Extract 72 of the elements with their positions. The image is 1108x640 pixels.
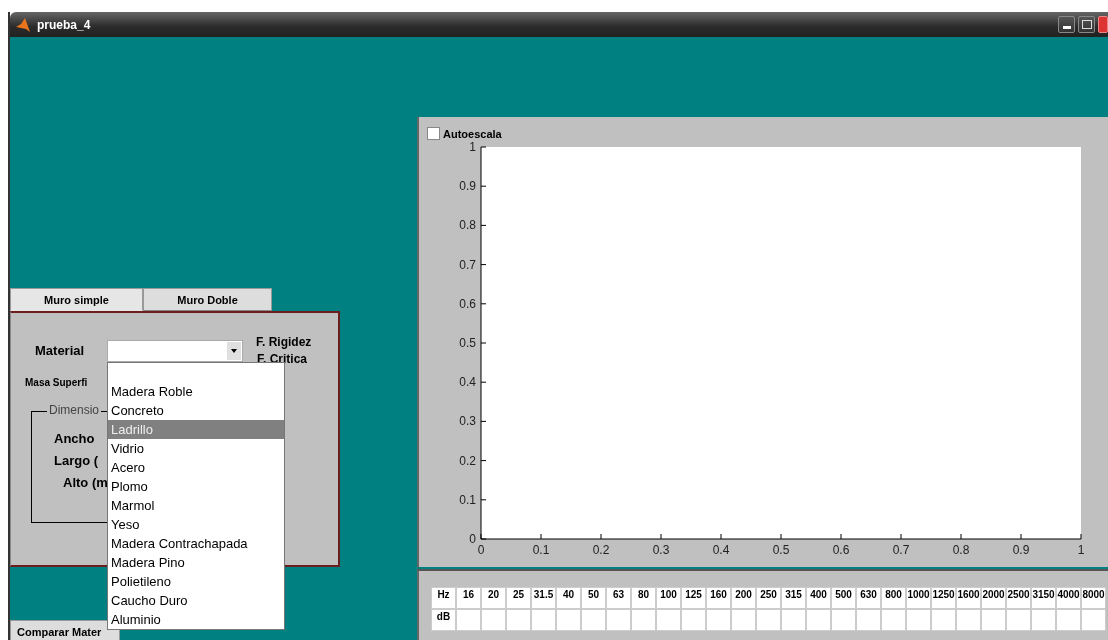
table-cell: 315 <box>781 587 806 609</box>
list-item[interactable]: Plomo <box>108 477 284 496</box>
dimension-label: Alto (m <box>63 475 108 490</box>
dimension-label: Largo ( <box>54 453 99 468</box>
x-tick-label: 0.4 <box>712 543 730 557</box>
table-cell: 500 <box>831 587 856 609</box>
y-tick-label: 1 <box>469 140 476 154</box>
table-cell: 1000 <box>906 587 931 609</box>
table-cell: dB <box>431 609 456 631</box>
table-cell: 63 <box>606 587 631 609</box>
table-cell: Hz <box>431 587 456 609</box>
y-tick-label: 0.9 <box>459 179 476 194</box>
table-cell: 250 <box>756 587 781 609</box>
x-tick-label: 0 <box>477 543 485 557</box>
table-cell: 125 <box>681 587 706 609</box>
table-cell: 1600 <box>956 587 981 609</box>
list-item[interactable]: Acero <box>108 458 284 477</box>
table-cell: 100 <box>656 587 681 609</box>
list-item[interactable]: Madera Contrachapada <box>108 534 284 553</box>
x-tick-label: 1 <box>1077 543 1085 557</box>
list-item[interactable]: Madera Roble <box>108 382 284 401</box>
table-cell: 16 <box>456 587 481 609</box>
table-cell: 25 <box>506 587 531 609</box>
y-tick-label: 0.4 <box>459 375 476 390</box>
table-cell: 800 <box>881 587 906 609</box>
window-title: prueba_4 <box>37 17 91 32</box>
y-tick-label: 0.6 <box>459 296 476 311</box>
table-cell: 8000 <box>1081 587 1106 609</box>
x-tick-label: 0.1 <box>532 543 550 557</box>
table-cell: 630 <box>856 587 881 609</box>
list-item[interactable]: Caucho Duro <box>108 591 284 610</box>
y-tick-label: 0.8 <box>459 218 476 233</box>
table-cell: 50 <box>581 587 606 609</box>
group-title: Dimensio <box>47 403 101 417</box>
checkbox-label: Autoescala <box>443 127 502 140</box>
x-tick-label: 0.2 <box>592 543 610 557</box>
x-tick-label: 0.8 <box>952 543 970 557</box>
y-tick-label: 0 <box>469 532 476 546</box>
table-cell: 20 <box>481 587 506 609</box>
y-tick-label: 0.3 <box>459 414 476 429</box>
list-item[interactable]: Marmol <box>108 496 284 515</box>
table-cell: 4000 <box>1056 587 1081 609</box>
table-cell: 1250 <box>931 587 956 609</box>
y-tick-label: 0.7 <box>459 257 476 272</box>
table-cell: 80 <box>631 587 656 609</box>
table-cell: 2000 <box>981 587 1006 609</box>
rigidez-label: F. Rigidez <box>256 335 312 349</box>
material-label: Material <box>35 343 85 358</box>
y-tick-label: 0.5 <box>459 336 476 350</box>
table-cell: 40 <box>556 587 581 609</box>
tab[interactable]: Muro Doble <box>143 288 272 311</box>
table-cell: 3150 <box>1031 587 1056 609</box>
masa-label: Masa Superfi <box>25 377 88 388</box>
list-item[interactable]: Madera Pino <box>108 553 284 572</box>
table-cell: 200 <box>731 587 756 609</box>
x-tick-label: 0.3 <box>652 543 670 557</box>
x-tick-label: 0.7 <box>892 543 910 557</box>
list-item[interactable]: Yeso <box>108 515 284 534</box>
dimension-label: Ancho <box>54 431 95 446</box>
x-tick-label: 0.5 <box>772 543 790 557</box>
x-tick-label: 0.6 <box>832 543 850 557</box>
tab[interactable]: Muro simple <box>10 288 143 311</box>
table-cell: 31.5 <box>531 587 556 609</box>
table-cell: 2500 <box>1006 587 1031 609</box>
list-item[interactable]: Polietileno <box>108 572 284 591</box>
y-tick-label: 0.1 <box>459 492 476 507</box>
y-tick-label: 0.2 <box>459 453 476 468</box>
table-cell: 400 <box>806 587 831 609</box>
list-item[interactable]: Vidrio <box>108 439 284 458</box>
x-tick-label: 0.9 <box>1012 543 1030 557</box>
list-item[interactable]: Concreto <box>108 401 284 420</box>
table-cell: 160 <box>706 587 731 609</box>
